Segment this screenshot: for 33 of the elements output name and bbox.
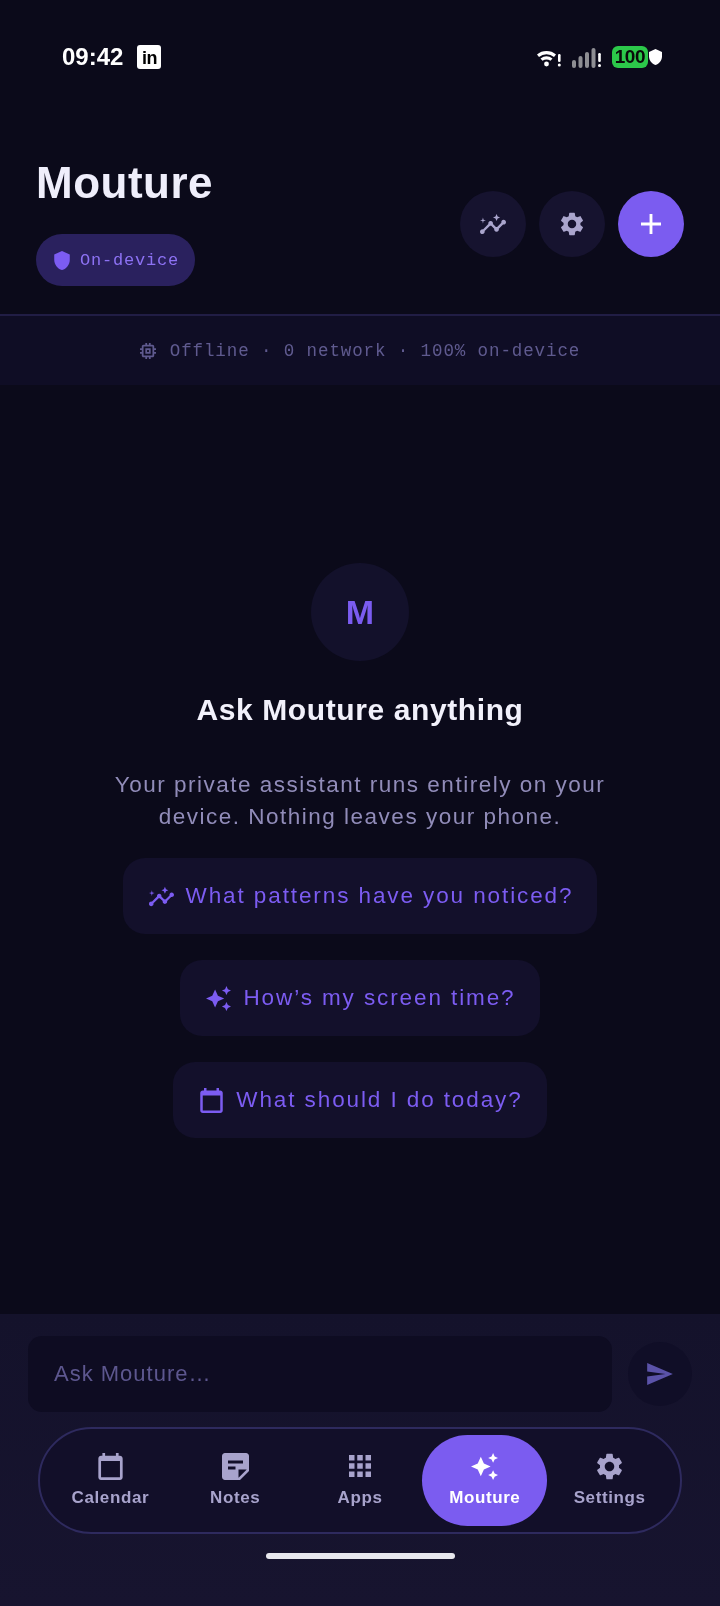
send-icon <box>647 1363 673 1385</box>
empty-state-title: Ask Mouture anything <box>196 692 524 728</box>
battery-indicator: 100 <box>611 46 648 68</box>
assistant-avatar: M <box>311 563 409 661</box>
empty-state-description: Your private assistant runs entirely on your device. Nothing leaves your phone. <box>113 771 607 831</box>
trend-chart-icon <box>480 212 506 236</box>
nav-tab[interactable]: Notes <box>172 1435 298 1526</box>
suggestion-chip[interactable]: What should I do today? <box>173 1062 547 1138</box>
sparkle-icon <box>471 1453 499 1480</box>
shield-icon <box>649 49 662 65</box>
grid-icon <box>349 1455 371 1477</box>
calendar-icon <box>96 1453 124 1480</box>
suggestion-chip[interactable]: What patterns have you noticed? <box>122 858 598 934</box>
suggestion-chip[interactable]: How’s my screen time? <box>180 960 540 1036</box>
clock-time: 09:42 <box>62 44 124 70</box>
nav-tab[interactable]: Calendar <box>48 1435 173 1526</box>
chip-icon <box>139 342 156 359</box>
message-input[interactable]: Ask Mouture… <box>28 1336 612 1412</box>
sparkle-icon <box>206 985 232 1011</box>
shield-icon <box>54 250 70 270</box>
nav-tab[interactable]: Mouture <box>422 1435 548 1526</box>
plus-icon <box>641 214 661 234</box>
nav-tab[interactable]: Settings <box>547 1435 672 1526</box>
app-notification-logo: in <box>137 45 162 69</box>
note-icon <box>221 1453 249 1480</box>
settings-icon <box>596 1453 624 1480</box>
signal-icon <box>571 46 602 68</box>
app-title: Mouture <box>36 158 214 208</box>
privacy-label: On-device <box>80 250 179 270</box>
settings-icon <box>559 212 585 236</box>
nav-tab[interactable]: Apps <box>297 1435 423 1526</box>
offline-status-text: Offline · 0 network · 100% on-device <box>169 340 581 361</box>
calendar-icon <box>199 1087 225 1113</box>
